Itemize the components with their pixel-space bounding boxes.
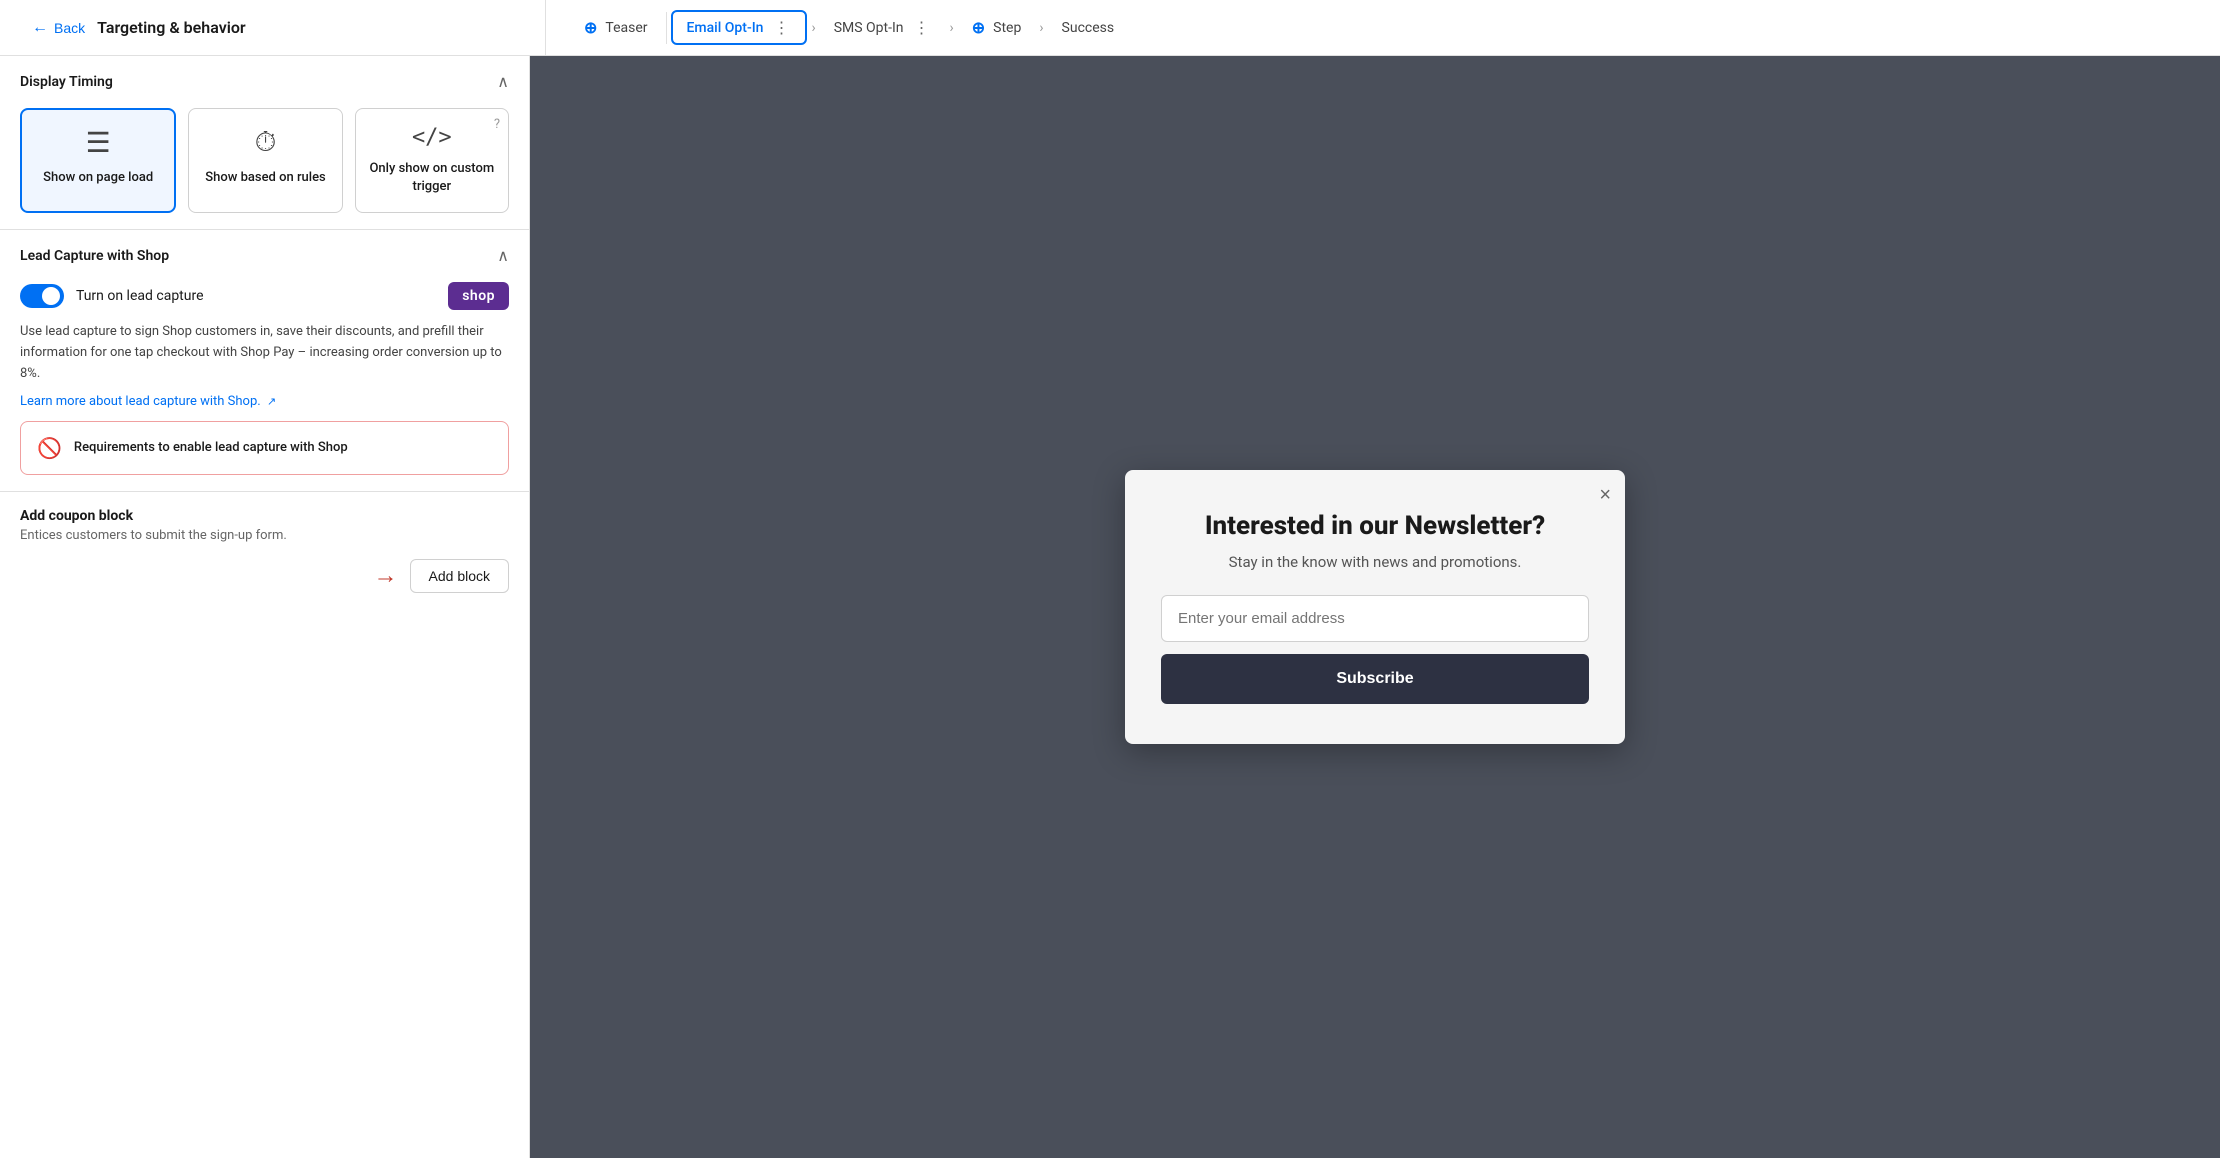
top-nav: ← Back Targeting & behavior ⊕ Teaser Ema… — [0, 0, 2220, 56]
email-optin-label: Email Opt-In — [687, 20, 764, 36]
lead-capture-toggle-row: Turn on lead capture shop — [20, 282, 509, 310]
modal-subtitle: Stay in the know with news and promotion… — [1161, 553, 1589, 571]
rules-icon: ⏱ — [255, 125, 277, 159]
timing-card-custom-trigger[interactable]: ? </> Only show on custom trigger — [355, 108, 509, 213]
nav-step-email-optin[interactable]: Email Opt-In ⋮ — [671, 10, 808, 45]
timing-card-rules[interactable]: ⏱ Show based on rules — [188, 108, 342, 213]
display-timing-section: Display Timing ∧ ☰ Show on page load ⏱ S… — [0, 56, 529, 230]
coupon-add-row: → Add block — [20, 559, 509, 593]
modal-title: Interested in our Newsletter? — [1161, 510, 1589, 544]
timing-cards: ☰ Show on page load ⏱ Show based on rule… — [20, 108, 509, 213]
add-teaser-icon: ⊕ — [584, 18, 597, 37]
newsletter-modal: × Interested in our Newsletter? Stay in … — [1125, 470, 1625, 745]
display-timing-header: Display Timing ∧ — [20, 72, 509, 92]
add-step-icon: ⊕ — [972, 18, 985, 37]
left-panel-header: ← Back Targeting & behavior — [16, 0, 546, 55]
timing-card-page-load[interactable]: ☰ Show on page load — [20, 108, 176, 213]
main-layout: Display Timing ∧ ☰ Show on page load ⏱ S… — [0, 56, 2220, 1158]
lead-capture-collapse-button[interactable]: ∧ — [497, 246, 509, 266]
lead-capture-description: Use lead capture to sign Shop customers … — [20, 322, 509, 384]
sms-optin-label: SMS Opt-In — [834, 20, 904, 36]
left-panel: Display Timing ∧ ☰ Show on page load ⏱ S… — [0, 56, 530, 1158]
nav-step-success[interactable]: Success — [1048, 14, 1129, 42]
lead-capture-section: Lead Capture with Shop ∧ Turn on lead ca… — [0, 230, 529, 491]
external-link-icon: ↗ — [267, 395, 276, 408]
nav-chevron-1: › — [807, 20, 819, 36]
back-arrow-icon: ← — [32, 19, 48, 37]
toggle-label: Turn on lead capture — [76, 288, 204, 304]
right-panel-preview: × Interested in our Newsletter? Stay in … — [530, 56, 2220, 1158]
nav-step-step[interactable]: ⊕ Step — [958, 12, 1036, 43]
subscribe-button[interactable]: Subscribe — [1161, 654, 1589, 704]
arrow-indicator: → — [374, 561, 398, 590]
arrow-right-icon: → — [374, 561, 398, 590]
success-label: Success — [1062, 20, 1115, 36]
email-optin-menu-icon[interactable]: ⋮ — [771, 18, 791, 37]
nav-step-teaser[interactable]: ⊕ Teaser — [570, 12, 662, 43]
requirements-warning-icon: 🚫 — [37, 436, 62, 460]
toggle-slider — [20, 284, 64, 308]
lead-capture-left: Turn on lead capture — [20, 284, 204, 308]
back-button[interactable]: ← Back — [32, 19, 85, 37]
custom-trigger-help-icon[interactable]: ? — [494, 117, 500, 132]
lead-capture-toggle[interactable] — [20, 284, 64, 308]
page-load-icon: ☰ — [86, 126, 111, 159]
learn-more-link[interactable]: Learn more about lead capture with Shop.… — [20, 394, 276, 409]
requirements-box[interactable]: 🚫 Requirements to enable lead capture wi… — [20, 421, 509, 475]
nav-steps: ⊕ Teaser Email Opt-In ⋮ › SMS Opt-In ⋮ ›… — [546, 10, 2204, 45]
nav-step-sms-optin[interactable]: SMS Opt-In ⋮ — [820, 12, 946, 43]
coupon-block-title: Add coupon block — [20, 508, 509, 524]
custom-trigger-label: Only show on custom trigger — [368, 160, 496, 196]
modal-close-button[interactable]: × — [1599, 484, 1611, 507]
display-timing-title: Display Timing — [20, 74, 113, 90]
nav-chevron-2: › — [946, 20, 958, 36]
step-label: Step — [993, 20, 1021, 36]
learn-more-text: Learn more about lead capture with Shop. — [20, 394, 261, 409]
lead-capture-title: Lead Capture with Shop — [20, 248, 169, 264]
back-label: Back — [54, 20, 85, 36]
sms-optin-menu-icon[interactable]: ⋮ — [912, 18, 932, 37]
teaser-step-label: Teaser — [605, 20, 647, 36]
requirements-text: Requirements to enable lead capture with… — [74, 438, 348, 458]
page-load-label: Show on page load — [43, 169, 153, 187]
shop-badge: shop — [448, 282, 509, 310]
rules-label: Show based on rules — [205, 169, 326, 187]
coupon-block-section: Add coupon block Entices customers to su… — [0, 492, 529, 609]
email-input[interactable] — [1161, 595, 1589, 642]
add-block-button[interactable]: Add block — [410, 559, 509, 593]
lead-capture-header: Lead Capture with Shop ∧ — [20, 246, 509, 266]
custom-trigger-icon: </> — [412, 125, 452, 150]
nav-divider-1 — [666, 12, 667, 44]
nav-chevron-3: › — [1035, 20, 1047, 36]
display-timing-collapse-button[interactable]: ∧ — [497, 72, 509, 92]
page-title: Targeting & behavior — [97, 18, 246, 37]
coupon-block-description: Entices customers to submit the sign-up … — [20, 528, 509, 543]
